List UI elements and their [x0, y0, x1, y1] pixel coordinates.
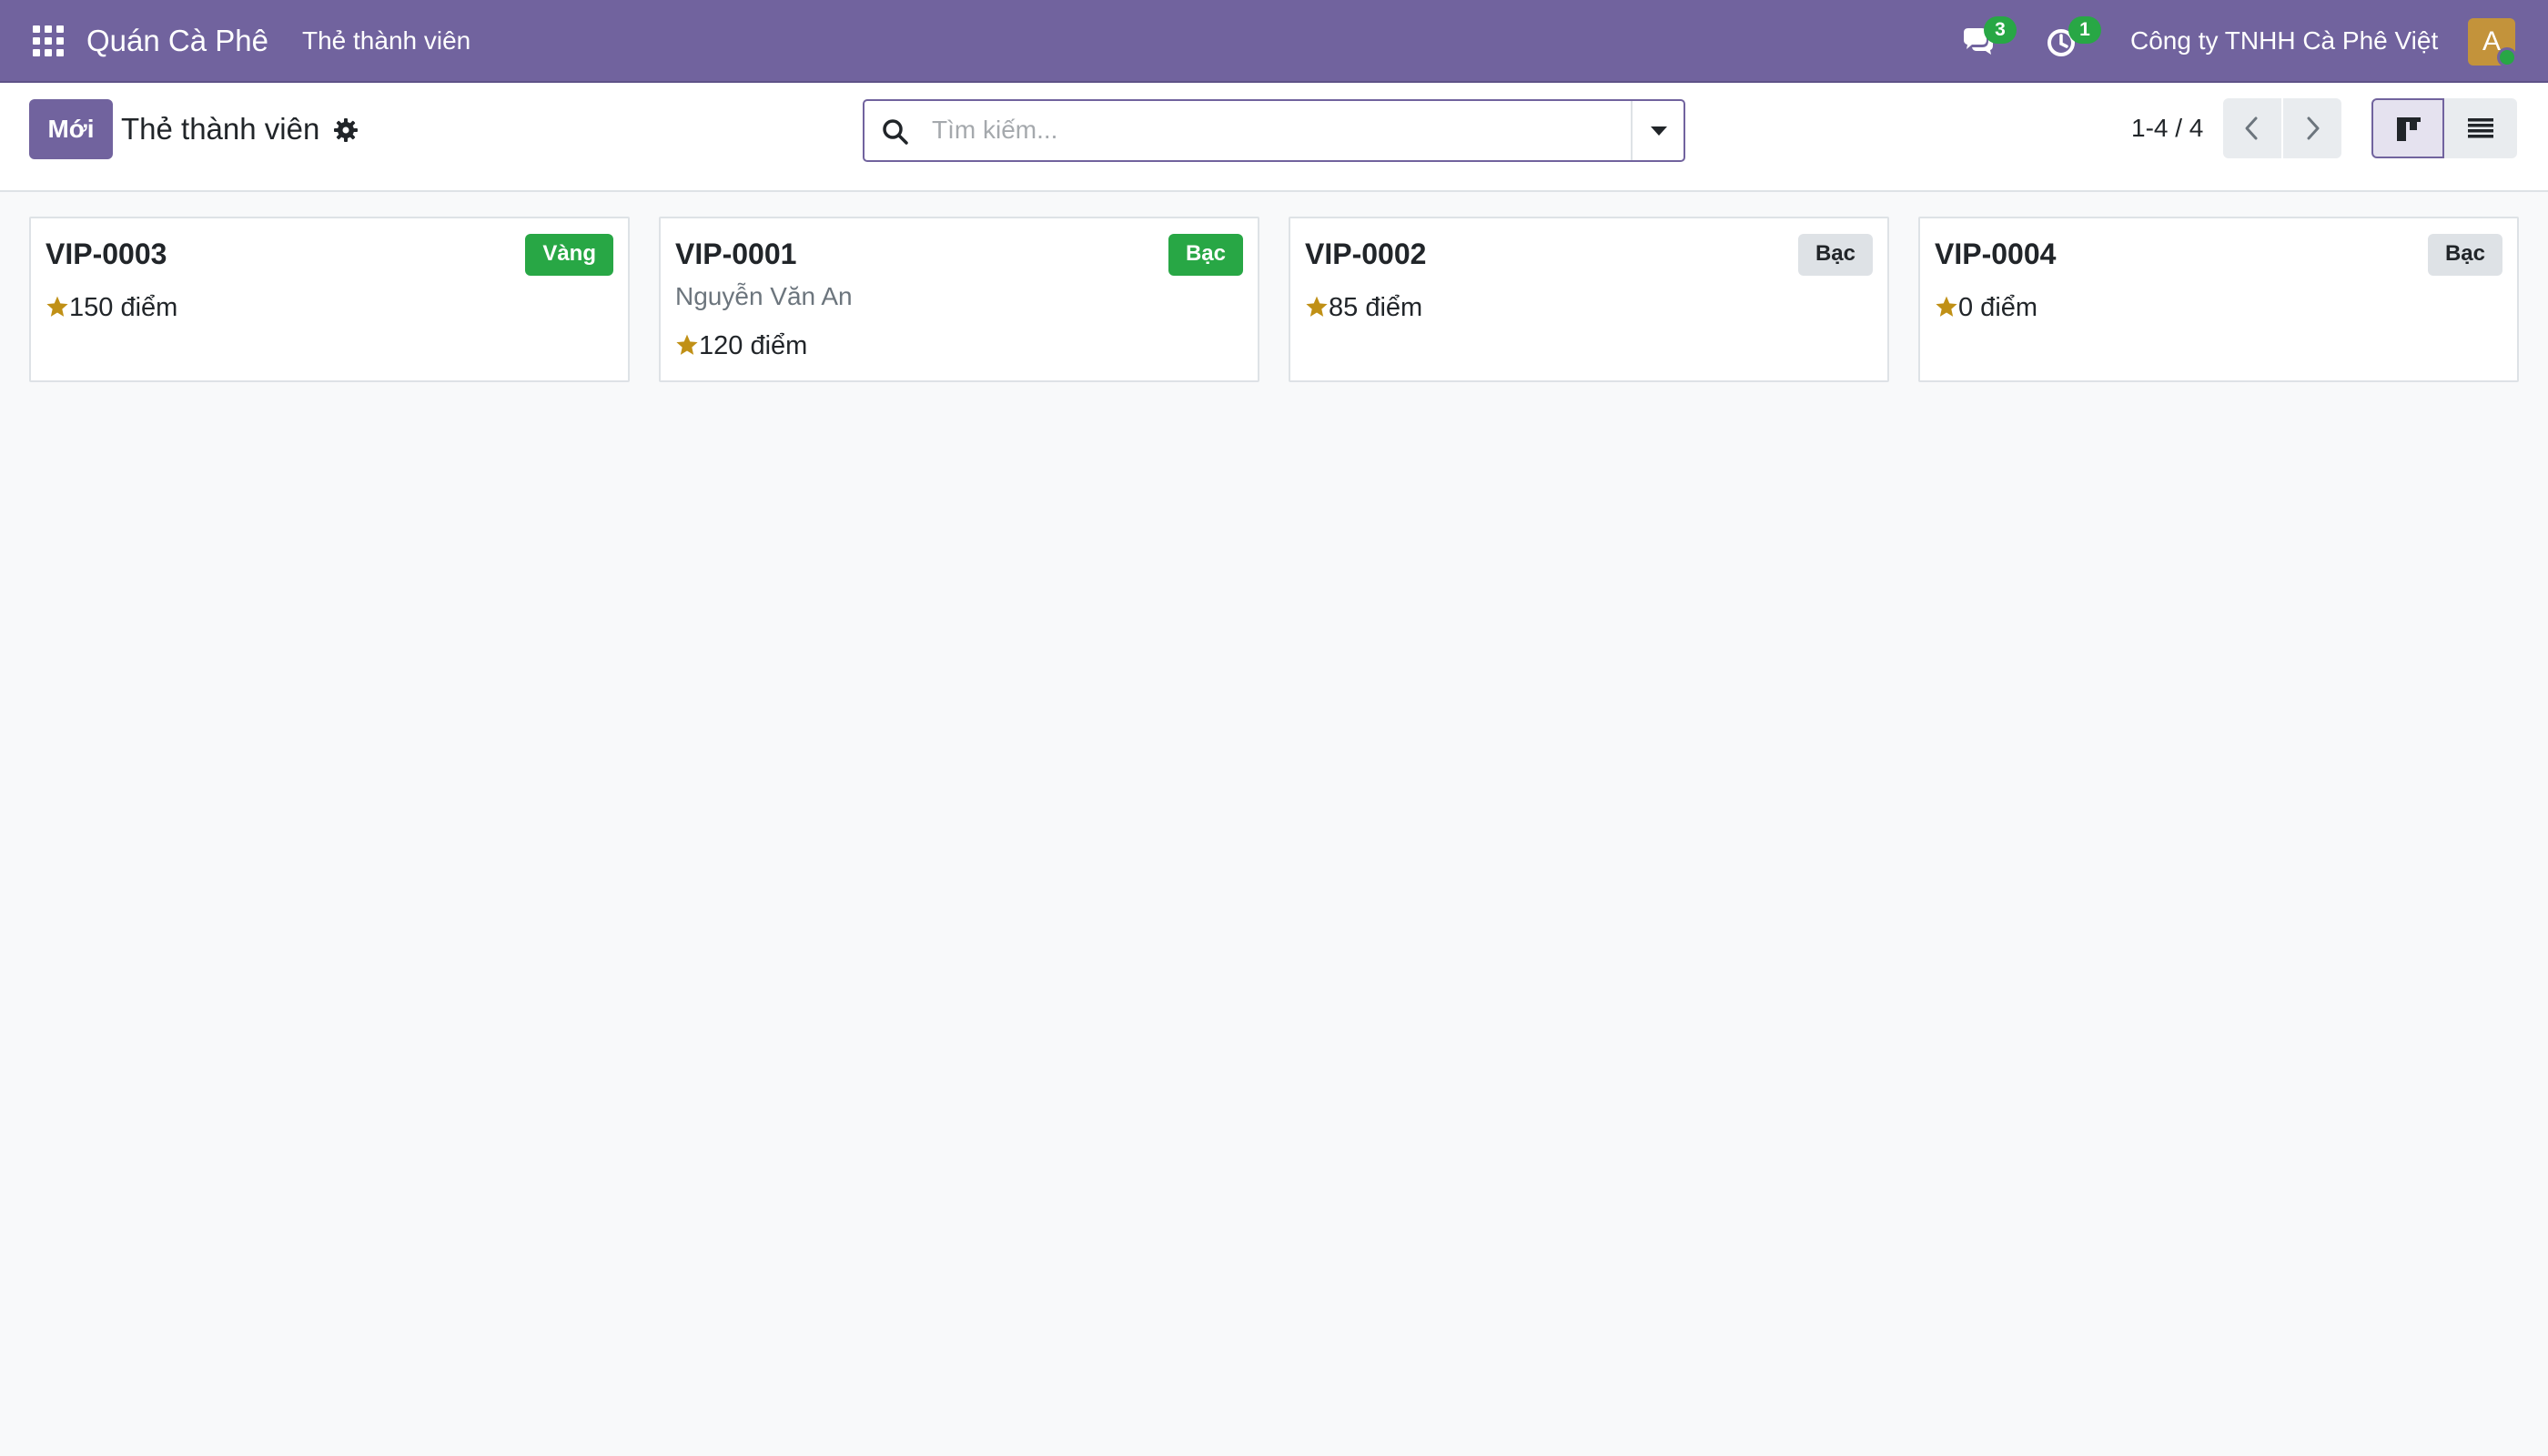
page-title: Thẻ thành viên [121, 112, 320, 146]
card-points-value: 85 điểm [1329, 293, 1423, 322]
chevron-right-icon [2307, 116, 2320, 140]
kanban-card[interactable]: VIP-0001 Bạc Nguyễn Văn An 120 điểm [659, 217, 1259, 382]
tier-badge: Bạc [1168, 234, 1243, 276]
menu-item-membership-cards[interactable]: Thẻ thành viên [302, 25, 470, 57]
activities-button[interactable]: 1 [2045, 16, 2101, 60]
search-input[interactable] [930, 108, 1567, 152]
card-points: 150 điểm [46, 291, 177, 324]
search-bar [863, 99, 1685, 162]
chevron-left-icon [2245, 116, 2258, 140]
gear-icon[interactable] [333, 117, 359, 143]
top-navbar: Quán Cà Phê Thẻ thành viên 3 1 Công ty T… [0, 0, 2548, 83]
kanban-card[interactable]: VIP-0004 Bạc 0 điểm [1918, 217, 2519, 382]
kanban-card[interactable]: VIP-0003 Vàng 150 điểm [29, 217, 630, 382]
kanban-view-button[interactable] [2371, 98, 2444, 158]
card-code: VIP-0004 [1935, 238, 2057, 270]
list-view-icon [2468, 118, 2493, 138]
card-points-value: 150 điểm [69, 293, 178, 322]
card-code: VIP-0002 [1305, 238, 1427, 270]
card-customer-name: Nguyễn Văn An [675, 282, 853, 310]
star-icon [1306, 296, 1328, 317]
app-name[interactable]: Quán Cà Phê [86, 22, 268, 60]
card-code: VIP-0003 [46, 238, 167, 270]
pager-value[interactable]: 1-4 / 4 [2131, 112, 2203, 145]
search-options-toggle[interactable] [1631, 101, 1684, 160]
card-points: 120 điểm [675, 329, 807, 362]
card-points: 0 điểm [1935, 291, 2037, 324]
star-icon [676, 334, 698, 355]
tier-badge: Bạc [1797, 234, 1873, 276]
card-points: 85 điểm [1305, 291, 1422, 324]
search-icon [883, 119, 908, 145]
pager-previous-button[interactable] [2223, 98, 2281, 158]
card-points-value: 0 điểm [1958, 293, 2038, 322]
control-panel: Mới Thẻ thành viên 1-4 / 4 [0, 83, 2548, 192]
messages-button[interactable]: 3 [1960, 16, 2017, 60]
star-icon [46, 296, 68, 317]
card-points-value: 120 điểm [699, 331, 808, 360]
card-code: VIP-0001 [675, 238, 797, 270]
kanban-view-icon [2397, 117, 2421, 141]
star-icon [1936, 296, 1957, 317]
list-view-button[interactable] [2444, 98, 2517, 158]
tier-badge: Vàng [525, 234, 613, 276]
apps-grid-icon[interactable] [33, 25, 64, 56]
tier-badge: Bạc [2427, 234, 2502, 276]
caret-down-icon [1651, 126, 1667, 136]
pager-next-button[interactable] [2283, 98, 2341, 158]
presence-status-dot [2497, 47, 2517, 67]
new-button[interactable]: Mới [29, 99, 113, 159]
messages-count-badge: 3 [1984, 16, 2017, 44]
activities-count-badge: 1 [2068, 16, 2101, 44]
kanban-card[interactable]: VIP-0002 Bạc 85 điểm [1289, 217, 1889, 382]
company-switcher[interactable]: Công ty TNHH Cà Phê Việt [2130, 25, 2438, 57]
